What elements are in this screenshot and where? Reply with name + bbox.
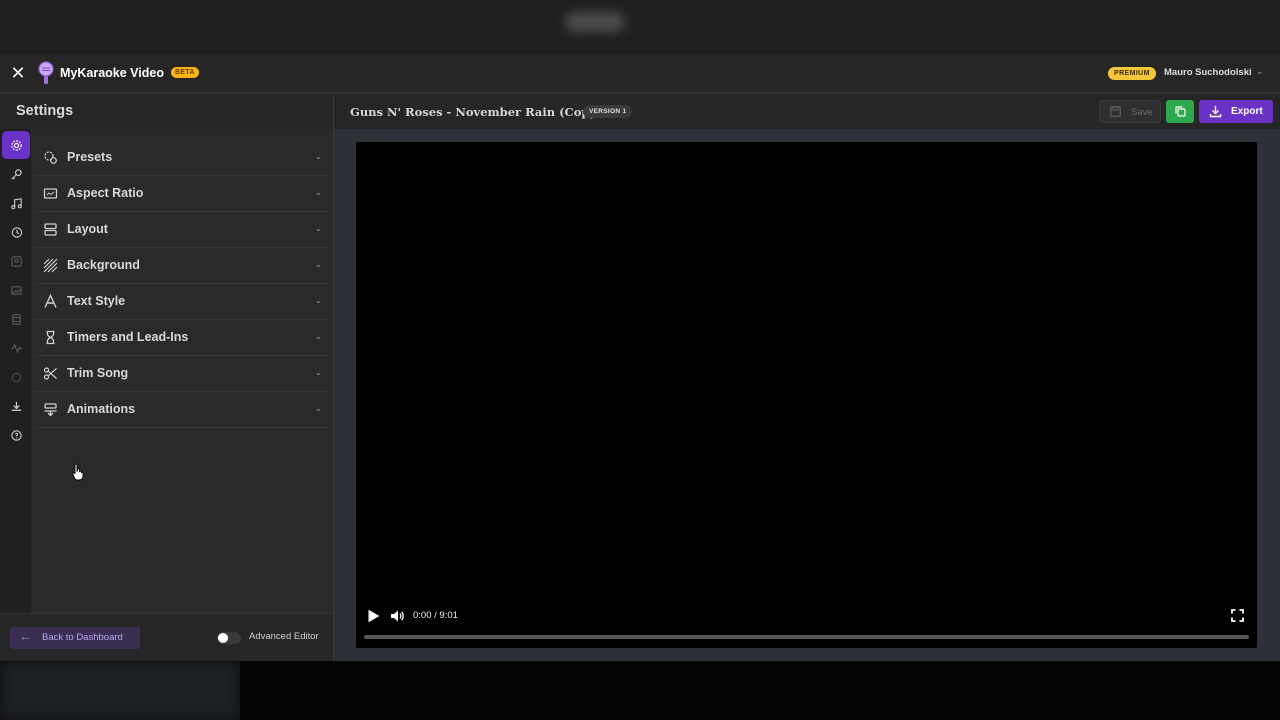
playback-time: 0:00 / 9:01 [413, 610, 458, 621]
accordion-aspect-ratio[interactable]: Aspect Ratio ⌄ [35, 176, 328, 212]
app-brand: MyKaraoke Video [60, 66, 164, 80]
accordion-label: Timers and Lead-Ins [67, 330, 189, 344]
accordion-label: Presets [67, 150, 113, 164]
top-bar: ✕ MyKaraoke Video BETA PREMIUM Mauro Suc… [0, 55, 1280, 93]
accordion-label: Text Style [67, 294, 126, 308]
video-player[interactable]: 0:00 / 9:01 [356, 142, 1257, 648]
accordion-label: Trim Song [67, 366, 129, 380]
image-icon[interactable] [2, 276, 30, 304]
scissors-icon [43, 367, 57, 380]
back-to-dashboard-button[interactable]: ← Back to Dashboard [10, 627, 140, 649]
user-menu-name[interactable]: Mauro Suchodolski [1164, 67, 1252, 78]
save-label: Save [1131, 107, 1153, 118]
accordion-label: Layout [67, 222, 108, 236]
music-note-icon[interactable] [2, 189, 30, 217]
blurred-pill [565, 12, 625, 32]
accordion-background[interactable]: Background ⌄ [35, 248, 328, 284]
chevron-down-icon: ⌄ [314, 151, 322, 161]
portrait-icon[interactable] [2, 247, 30, 275]
advanced-editor-toggle[interactable] [217, 632, 241, 644]
accordion-label: Background [67, 258, 140, 272]
export-button[interactable]: Export [1199, 100, 1273, 123]
microphone-logo-icon [38, 61, 54, 84]
background-icon [43, 258, 58, 273]
chevron-down-icon: ⌄ [314, 295, 322, 305]
copy-icon [1174, 106, 1186, 117]
chevron-down-icon: ⌄ [314, 223, 322, 233]
fullscreen-icon[interactable] [1231, 609, 1244, 622]
accordion-layout[interactable]: Layout ⌄ [35, 212, 328, 248]
save-button[interactable]: Save [1099, 100, 1161, 123]
download-icon[interactable] [2, 392, 30, 420]
coin-icon[interactable] [2, 363, 30, 391]
film-icon[interactable] [2, 305, 30, 333]
presets-icon [44, 151, 57, 164]
key-icon[interactable] [2, 160, 30, 188]
chevron-down-icon: ⌄ [314, 259, 322, 269]
settings-panel: Presets ⌄ Aspect Ratio ⌄ Layout ⌄ Backgr… [31, 129, 333, 613]
chevron-down-icon: ⌄ [314, 367, 322, 377]
accordion-trim-song[interactable]: Trim Song ⌄ [35, 356, 328, 392]
icon-rail [0, 129, 31, 613]
background-blurred-header [0, 0, 1280, 55]
duplicate-button[interactable] [1166, 100, 1194, 123]
download-icon [1209, 106, 1222, 118]
accordion-presets[interactable]: Presets ⌄ [35, 140, 328, 176]
chevron-down-icon: ⌄ [314, 187, 322, 197]
background-blurred-footer [0, 661, 1280, 720]
back-to-dashboard-label: Back to Dashboard [42, 632, 123, 643]
save-icon [1110, 106, 1121, 117]
sidebar-footer: ← Back to Dashboard Advanced Editor [0, 613, 333, 661]
chevron-down-icon[interactable]: ⌄ [1256, 66, 1264, 77]
seek-bar[interactable] [364, 635, 1249, 639]
editor-modal: ✕ MyKaraoke Video BETA PREMIUM Mauro Suc… [0, 55, 1280, 661]
accordion-animations[interactable]: Animations ⌄ [35, 392, 328, 428]
mouse-cursor-icon [72, 463, 84, 481]
accordion-label: Aspect Ratio [67, 186, 144, 200]
blurred-panel [0, 661, 240, 720]
blurred-video-area [240, 661, 1280, 720]
hourglass-icon [46, 330, 55, 345]
gear-icon[interactable] [2, 131, 30, 159]
help-icon[interactable] [2, 421, 30, 449]
export-label: Export [1231, 106, 1263, 117]
sidebar-title: Settings [16, 103, 74, 119]
waveform-icon[interactable] [2, 334, 30, 362]
song-title: Guns N' Roses - November Rain (Copy) [350, 105, 602, 119]
toggle-knob [218, 633, 228, 643]
chevron-down-icon: ⌄ [314, 331, 322, 341]
version-badge[interactable]: VERSION 1 [583, 105, 633, 118]
close-icon[interactable]: ✕ [10, 64, 26, 82]
text-style-icon [44, 294, 57, 308]
animations-icon [44, 403, 57, 417]
sidebar-header: Settings [0, 94, 333, 129]
history-icon[interactable] [2, 218, 30, 246]
blurred-title [222, 10, 228, 36]
volume-icon[interactable] [389, 608, 405, 624]
editor-header: Guns N' Roses - November Rain (Copy) VER… [334, 94, 1280, 129]
arrow-left-icon: ← [20, 631, 31, 643]
beta-badge: BETA [171, 67, 199, 78]
premium-badge: PREMIUM [1108, 67, 1156, 80]
preview-area: Guns N' Roses - November Rain (Copy) VER… [334, 94, 1280, 661]
accordion-label: Animations [67, 402, 136, 416]
aspect-ratio-icon [43, 188, 58, 199]
layout-icon [44, 223, 57, 236]
play-icon[interactable] [366, 609, 380, 623]
accordion-timers[interactable]: Timers and Lead-Ins ⌄ [35, 320, 328, 356]
accordion-text-style[interactable]: Text Style ⌄ [35, 284, 328, 320]
advanced-editor-label: Advanced Editor [249, 631, 319, 642]
chevron-down-icon: ⌄ [314, 403, 322, 413]
